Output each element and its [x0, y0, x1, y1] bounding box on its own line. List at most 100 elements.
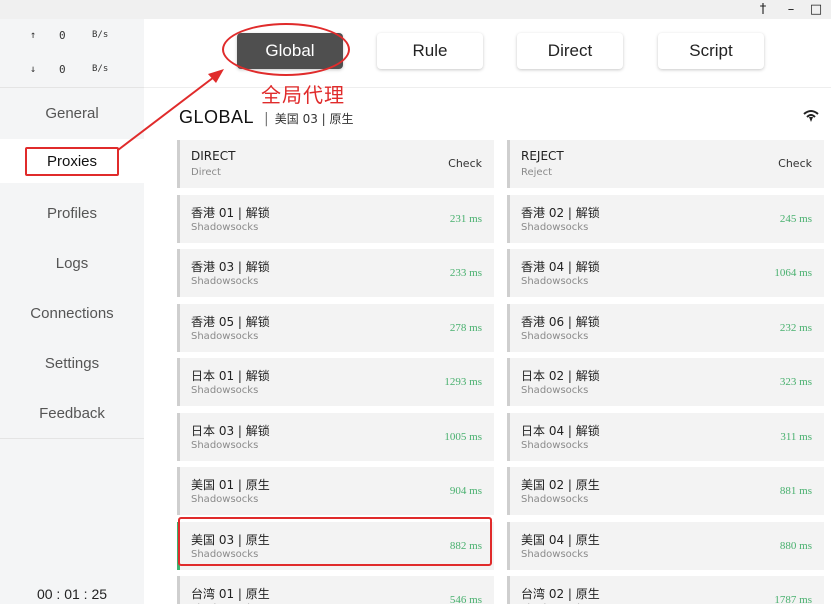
proxy-name: 香港 01 | 解锁	[191, 206, 270, 220]
sidebar-item-profiles[interactable]: Profiles	[0, 191, 144, 235]
sidebar-item-settings[interactable]: Settings	[0, 341, 144, 385]
download-speed: ↓ 0 B/s	[0, 59, 144, 79]
proxy-type: Shadowsocks	[521, 276, 589, 287]
proxy-latency[interactable]: 882 ms	[450, 540, 482, 552]
proxy-latency[interactable]: 546 ms	[450, 594, 482, 604]
proxy-name: 香港 06 | 解锁	[521, 315, 600, 329]
proxy-card[interactable]: 美国 02 | 原生 Shadowsocks 881 ms	[507, 467, 824, 515]
proxy-card[interactable]: 美国 01 | 原生 Shadowsocks 904 ms	[177, 467, 494, 515]
proxy-card[interactable]: 香港 03 | 解锁 Shadowsocks 233 ms	[177, 249, 494, 297]
group-selected-proxy: 美国 03 | 原生	[274, 112, 354, 126]
download-value: 0	[59, 62, 66, 76]
sidebar-divider	[0, 87, 144, 88]
proxy-name: 台湾 01 | 原生	[191, 587, 270, 601]
proxy-latency[interactable]: 323 ms	[780, 376, 812, 388]
proxy-type: Shadowsocks	[191, 549, 259, 560]
proxy-name: 台湾 02 | 原生	[521, 587, 600, 601]
proxy-name: 日本 01 | 解锁	[191, 369, 270, 383]
proxy-card[interactable]: 美国 04 | 原生 Shadowsocks 880 ms	[507, 522, 824, 570]
proxy-name: DIRECT	[191, 149, 236, 163]
proxy-latency[interactable]: 1293 ms	[444, 376, 482, 388]
download-arrow-icon: ↓	[30, 63, 37, 75]
pin-icon[interactable]: †	[752, 0, 774, 19]
proxy-latency[interactable]: 1064 ms	[774, 267, 812, 279]
sidebar-item-label: Logs	[55, 254, 89, 272]
proxy-latency[interactable]: 881 ms	[780, 485, 812, 497]
proxy-latency[interactable]: 880 ms	[780, 540, 812, 552]
proxy-type: Shadowsocks	[191, 385, 259, 396]
proxy-name: 美国 02 | 原生	[521, 478, 600, 492]
proxy-type: Shadowsocks	[521, 494, 589, 505]
proxy-card[interactable]: 香港 04 | 解锁 Shadowsocks 1064 ms	[507, 249, 824, 297]
mode-button-direct[interactable]: Direct	[517, 33, 623, 69]
proxy-name: 日本 02 | 解锁	[521, 369, 600, 383]
proxy-type: Reject	[521, 167, 553, 178]
sidebar: ↑ 0 B/s ↓ 0 B/s General Proxies Profiles…	[0, 19, 144, 604]
proxy-card[interactable]: 日本 03 | 解锁 Shadowsocks 1005 ms	[177, 413, 494, 461]
check-button[interactable]: Check	[448, 157, 482, 170]
proxy-type: Direct	[191, 167, 221, 178]
mode-button-script[interactable]: Script	[658, 33, 764, 69]
check-button[interactable]: Check	[778, 157, 812, 170]
group-separator: |	[264, 111, 269, 127]
maximize-button[interactable]: □	[805, 0, 827, 19]
proxy-card[interactable]: 日本 04 | 解锁 Shadowsocks 311 ms	[507, 413, 824, 461]
wifi-signal-icon[interactable]	[803, 109, 819, 123]
proxy-card[interactable]: 台湾 02 | 原生 Shadowsocks 1787 ms	[507, 576, 824, 604]
title-bar: † – □	[0, 0, 831, 19]
proxy-card[interactable]: 香港 02 | 解锁 Shadowsocks 245 ms	[507, 195, 824, 243]
sidebar-item-label: Proxies	[24, 146, 120, 176]
sidebar-item-general[interactable]: General	[0, 91, 144, 135]
proxy-name: REJECT	[521, 149, 564, 163]
proxy-type: Shadowsocks	[521, 331, 589, 342]
mode-button-rule[interactable]: Rule	[377, 33, 483, 69]
proxy-card-direct[interactable]: DIRECT Direct Check	[177, 140, 494, 188]
proxy-latency[interactable]: 1005 ms	[444, 431, 482, 443]
sidebar-item-logs[interactable]: Logs	[0, 241, 144, 285]
upload-speed: ↑ 0 B/s	[0, 25, 144, 45]
proxy-type: Shadowsocks	[191, 494, 259, 505]
proxy-card[interactable]: 日本 02 | 解锁 Shadowsocks 323 ms	[507, 358, 824, 406]
proxy-name: 日本 03 | 解锁	[191, 424, 270, 438]
proxy-type: Shadowsocks	[191, 440, 259, 451]
group-name: GLOBAL	[179, 107, 255, 127]
minimize-button[interactable]: –	[780, 0, 802, 19]
proxy-latency[interactable]: 1787 ms	[774, 594, 812, 604]
proxy-card-reject[interactable]: REJECT Reject Check	[507, 140, 824, 188]
proxy-latency[interactable]: 311 ms	[780, 431, 812, 443]
proxy-latency[interactable]: 245 ms	[780, 213, 812, 225]
sidebar-divider	[0, 438, 144, 439]
upload-arrow-icon: ↑	[30, 29, 37, 41]
sidebar-item-label: Profiles	[46, 204, 98, 222]
proxy-latency[interactable]: 904 ms	[450, 485, 482, 497]
mode-switcher: Global Rule Direct Script	[144, 19, 831, 88]
proxy-type: Shadowsocks	[191, 276, 259, 287]
proxy-type: Shadowsocks	[191, 222, 259, 233]
proxy-name: 香港 04 | 解锁	[521, 260, 600, 274]
upload-value: 0	[59, 28, 66, 42]
sidebar-item-feedback[interactable]: Feedback	[0, 391, 144, 435]
proxy-card[interactable]: 香港 06 | 解锁 Shadowsocks 232 ms	[507, 304, 824, 352]
sidebar-item-proxies[interactable]: Proxies	[0, 139, 144, 183]
proxy-type: Shadowsocks	[521, 222, 589, 233]
proxy-card[interactable]: 香港 01 | 解锁 Shadowsocks 231 ms	[177, 195, 494, 243]
proxy-latency[interactable]: 231 ms	[450, 213, 482, 225]
proxy-name: 日本 04 | 解锁	[521, 424, 600, 438]
proxy-type: Shadowsocks	[191, 331, 259, 342]
proxy-name: 香港 03 | 解锁	[191, 260, 270, 274]
upload-unit: B/s	[92, 30, 109, 40]
proxy-type: Shadowsocks	[521, 385, 589, 396]
proxy-name: 香港 05 | 解锁	[191, 315, 270, 329]
proxy-card-selected[interactable]: 美国 03 | 原生 Shadowsocks 882 ms	[177, 522, 494, 570]
sidebar-item-connections[interactable]: Connections	[0, 291, 144, 335]
proxy-type: Shadowsocks	[521, 549, 589, 560]
proxy-latency[interactable]: 233 ms	[450, 267, 482, 279]
proxies-panel: Global Rule Direct Script 全局代理 GLOBAL | …	[144, 19, 831, 604]
proxy-latency[interactable]: 232 ms	[780, 322, 812, 334]
proxy-card[interactable]: 日本 01 | 解锁 Shadowsocks 1293 ms	[177, 358, 494, 406]
sidebar-item-label: Feedback	[39, 404, 105, 422]
sidebar-item-label: Settings	[44, 354, 100, 372]
proxy-card[interactable]: 香港 05 | 解锁 Shadowsocks 278 ms	[177, 304, 494, 352]
proxy-card[interactable]: 台湾 01 | 原生 Shadowsocks 546 ms	[177, 576, 494, 604]
proxy-latency[interactable]: 278 ms	[450, 322, 482, 334]
